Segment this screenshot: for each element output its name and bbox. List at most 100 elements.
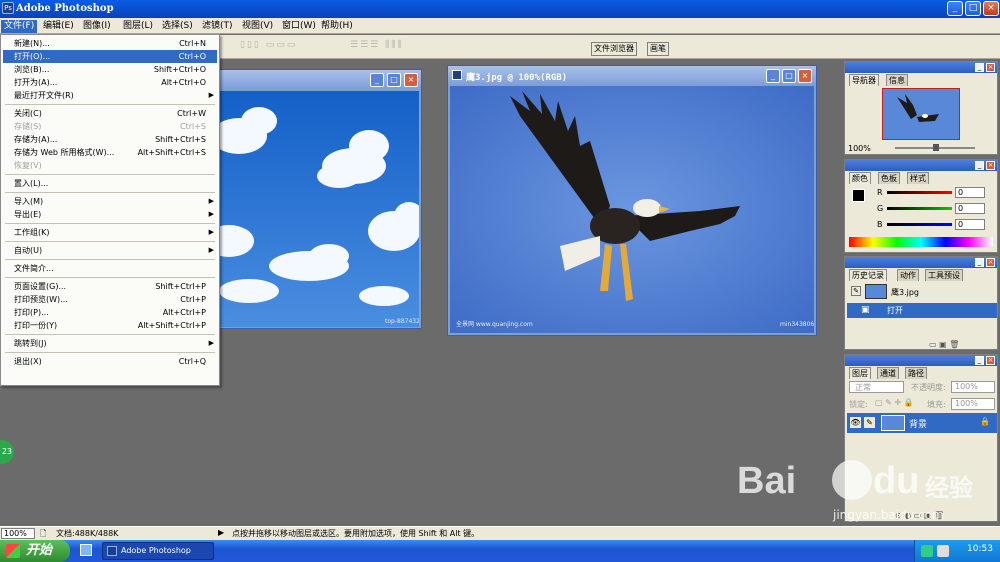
file-menu-item[interactable]: 关闭(C) Ctrl+W: [3, 107, 217, 120]
distribute-buttons-icon[interactable]: ☰☰☰ ⫼⫼⫼: [350, 40, 404, 52]
history-snapshot-row[interactable]: ✎ 鹰3.jpg: [847, 283, 997, 301]
menu-item-shortcut: Ctrl+O: [178, 52, 206, 61]
tab-actions[interactable]: 动作: [897, 269, 919, 281]
blend-mode-select[interactable]: 正常: [849, 381, 904, 393]
doc-minimize-button[interactable]: _: [370, 73, 384, 87]
file-menu-item[interactable]: 存储为(A)... Shift+Ctrl+S: [3, 133, 217, 146]
file-menu-item[interactable]: 导入(M) ▶: [3, 195, 217, 208]
zoom-slider-handle[interactable]: [933, 144, 939, 151]
panel-close-button[interactable]: ×: [986, 258, 995, 267]
file-menu-item[interactable]: 文件简介...: [3, 262, 217, 275]
eagle-image[interactable]: 全景网 www.quanjing.com min343806: [450, 86, 814, 333]
quicklaunch-icon[interactable]: [80, 544, 92, 556]
history-step-row[interactable]: ▣ 打开: [847, 303, 997, 318]
color-spectrum-bar[interactable]: [849, 237, 993, 247]
maximize-button[interactable]: □: [965, 1, 981, 16]
menu-item-label: 置入(L)...: [14, 179, 49, 188]
b-value-input[interactable]: 0: [955, 219, 985, 230]
file-menu-item[interactable]: 新建(N)... Ctrl+N: [3, 37, 217, 50]
start-button[interactable]: 开始: [0, 540, 70, 562]
close-button[interactable]: ×: [983, 1, 999, 16]
file-menu-item[interactable]: 退出(X) Ctrl+Q: [3, 355, 217, 368]
file-browser-tab[interactable]: 文件浏览器: [591, 42, 637, 56]
notification-badge[interactable]: 23: [0, 440, 14, 464]
file-menu-item[interactable]: 打开为(A)... Alt+Ctrl+O: [3, 76, 217, 89]
menu-window[interactable]: 窗口(W): [279, 20, 319, 33]
doc-minimize-button[interactable]: _: [766, 69, 780, 83]
menu-file[interactable]: 文件(F): [1, 20, 38, 33]
brushes-tab[interactable]: 画笔: [647, 42, 669, 56]
r-slider[interactable]: [887, 191, 952, 194]
snapshot-thumbnail: [865, 284, 887, 299]
tray-network-icon[interactable]: [921, 545, 933, 557]
menu-help[interactable]: 帮助(H): [318, 20, 356, 33]
file-menu-item[interactable]: 工作组(K) ▶: [3, 226, 217, 239]
g-slider[interactable]: [887, 207, 952, 210]
tab-color[interactable]: 颜色: [849, 172, 871, 184]
menu-image[interactable]: 图像(I): [80, 20, 114, 33]
tab-swatches[interactable]: 色板: [878, 172, 900, 184]
file-menu-item[interactable]: 最近打开文件(R) ▶: [3, 89, 217, 102]
brush-icon[interactable]: ✎: [864, 417, 875, 428]
file-menu-item[interactable]: 浏览(B)... Shift+Ctrl+O: [3, 63, 217, 76]
file-menu-item[interactable]: 置入(L)...: [3, 177, 217, 190]
panel-close-button[interactable]: ×: [986, 356, 995, 365]
file-menu-item[interactable]: 打印(P)... Alt+Ctrl+P: [3, 306, 217, 319]
eye-icon[interactable]: 👁: [850, 417, 861, 428]
file-menu-item[interactable]: 打印预览(W)... Ctrl+P: [3, 293, 217, 306]
lock-icons[interactable]: ▢ ✎ ✛ 🔒: [875, 398, 914, 407]
b-slider[interactable]: [887, 223, 952, 226]
file-menu-item[interactable]: 打印一份(Y) Alt+Shift+Ctrl+P: [3, 319, 217, 332]
menu-layer[interactable]: 图层(L): [120, 20, 156, 33]
file-menu-item[interactable]: 跳转到(J) ▶: [3, 337, 217, 350]
tab-info[interactable]: 信息: [886, 74, 908, 86]
history-panel-buttons[interactable]: ▭ ▣ 🗑: [929, 340, 959, 349]
doc-maximize-button[interactable]: □: [387, 73, 401, 87]
doc-maximize-button[interactable]: □: [782, 69, 796, 83]
navigator-thumbnail[interactable]: [882, 88, 960, 140]
menu-view[interactable]: 视图(V): [239, 20, 276, 33]
g-value-input[interactable]: 0: [955, 203, 985, 214]
doc-close-button[interactable]: ×: [798, 69, 812, 83]
taskbar-photoshop-button[interactable]: Adobe Photoshop: [102, 542, 214, 560]
menu-edit[interactable]: 编辑(E): [40, 20, 77, 33]
panel-close-button[interactable]: ×: [986, 161, 995, 170]
file-menu-item[interactable]: 页面设置(G)... Shift+Ctrl+P: [3, 280, 217, 293]
tab-tool-presets[interactable]: 工具预设: [925, 269, 963, 281]
file-menu-item[interactable]: 打开(O)... Ctrl+O: [3, 50, 217, 63]
file-menu-item[interactable]: 存储为 Web 所用格式(W)... Alt+Shift+Ctrl+S: [3, 146, 217, 159]
tab-channels[interactable]: 通道: [877, 367, 899, 379]
fill-input[interactable]: 100%: [951, 398, 995, 410]
tab-styles[interactable]: 样式: [907, 172, 929, 184]
navigator-zoom[interactable]: 100%: [848, 144, 871, 153]
tab-paths[interactable]: 路径: [905, 367, 927, 379]
layer-row-background[interactable]: 👁 ✎ 背景 🔒: [847, 413, 997, 433]
file-menu-item[interactable]: 导出(E) ▶: [3, 208, 217, 221]
tab-navigator[interactable]: 导航器: [849, 74, 879, 86]
eagle-watermark-right: min343806: [780, 321, 814, 328]
r-value-input[interactable]: 0: [955, 187, 985, 198]
panel-close-button[interactable]: ×: [986, 63, 995, 72]
align-buttons-icon[interactable]: ▯▯▯ ▭▭▭: [240, 40, 297, 52]
file-menu-item[interactable]: 自动(U) ▶: [3, 244, 217, 257]
minimize-button[interactable]: _: [947, 1, 963, 16]
doc-close-button[interactable]: ×: [404, 73, 418, 87]
panel-minimize-button[interactable]: _: [975, 258, 984, 267]
panel-minimize-button[interactable]: _: [975, 356, 984, 365]
menu-item-label: 退出(X): [14, 357, 42, 366]
tab-layers[interactable]: 图层: [849, 367, 871, 379]
opacity-input[interactable]: 100%: [951, 381, 995, 393]
tray-volume-icon[interactable]: [937, 545, 949, 557]
tab-history[interactable]: 历史记录: [849, 269, 887, 281]
snapshot-name: 鹰3.jpg: [891, 288, 920, 297]
panel-minimize-button[interactable]: _: [975, 63, 984, 72]
zoom-level-input[interactable]: 100%: [1, 528, 35, 539]
panel-minimize-button[interactable]: _: [975, 161, 984, 170]
clock[interactable]: 10:53: [967, 544, 993, 554]
foreground-color-swatch[interactable]: [852, 189, 865, 202]
menu-select[interactable]: 选择(S): [159, 20, 196, 33]
status-arrow-icon[interactable]: ▶: [218, 528, 224, 537]
sky-image[interactable]: top-887432: [219, 91, 419, 327]
menu-filter[interactable]: 滤镜(T): [199, 20, 236, 33]
doc-size[interactable]: 文档:488K/488K: [56, 528, 118, 539]
